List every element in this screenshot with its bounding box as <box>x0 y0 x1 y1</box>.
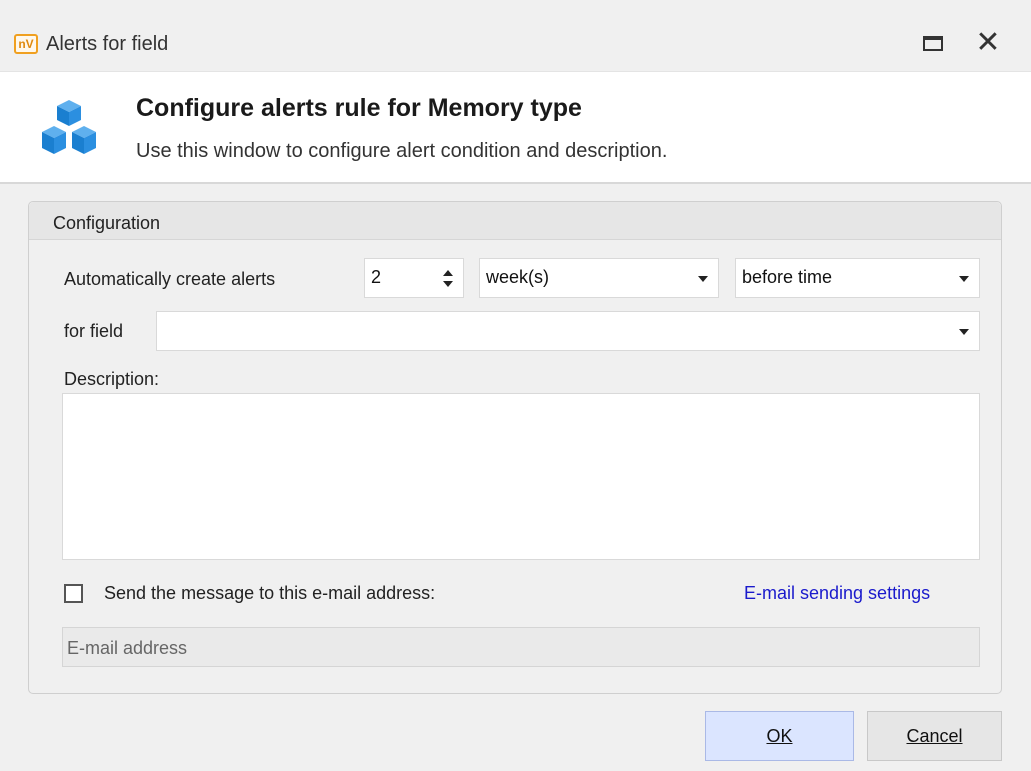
ok-button[interactable]: OK <box>705 711 854 761</box>
spin-down-icon[interactable] <box>443 281 453 287</box>
auto-create-label: Automatically create alerts <box>64 269 276 289</box>
for-field-label: for field <box>64 321 124 341</box>
email-settings-link[interactable]: E-mail sending settings <box>744 583 930 604</box>
send-email-checkbox[interactable] <box>64 584 83 603</box>
description-label: Description: <box>64 369 160 389</box>
email-placeholder: E-mail address <box>67 638 188 658</box>
spin-up-icon[interactable] <box>443 270 453 276</box>
cubes-icon <box>42 100 96 154</box>
field-select[interactable] <box>156 311 980 351</box>
window-title: Alerts for field <box>46 33 169 55</box>
configuration-group-header: Configuration <box>29 202 1001 240</box>
count-value: 2 <box>371 267 382 287</box>
maximize-button[interactable] <box>915 28 951 58</box>
chevron-down-icon <box>698 276 708 282</box>
send-email-label: Send the message to this e-mail address: <box>104 583 436 603</box>
dialog-header: Configure alerts rule for Memory type Us… <box>0 72 1031 184</box>
description-textarea[interactable] <box>62 393 980 560</box>
dialog-heading: Configure alerts rule for Memory type <box>136 94 582 122</box>
dialog-description: Use this window to configure alert condi… <box>136 140 668 162</box>
relation-select[interactable]: before time <box>735 258 980 298</box>
alerts-dialog: nV Alerts for field ✕ Configure alerts r… <box>0 0 1031 771</box>
configuration-group-title: Configuration <box>53 213 161 233</box>
chevron-down-icon <box>959 329 969 335</box>
count-stepper[interactable]: 2 <box>364 258 464 298</box>
email-field[interactable]: E-mail address <box>62 627 980 667</box>
close-icon: ✕ <box>975 26 1001 59</box>
app-logo-icon: nV <box>14 34 38 54</box>
title-bar[interactable]: nV Alerts for field ✕ <box>0 0 1031 72</box>
period-value: week(s) <box>486 267 550 287</box>
relation-value: before time <box>742 267 833 287</box>
chevron-down-icon <box>959 276 969 282</box>
close-button[interactable]: ✕ <box>970 28 1006 58</box>
cancel-button[interactable]: Cancel <box>867 711 1002 761</box>
period-select[interactable]: week(s) <box>479 258 719 298</box>
maximize-icon <box>923 35 943 51</box>
